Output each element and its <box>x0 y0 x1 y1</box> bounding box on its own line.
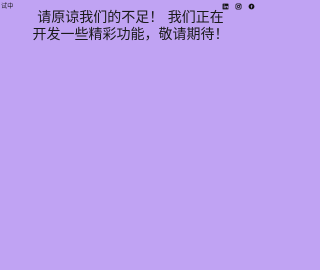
facebook-icon <box>248 3 255 10</box>
message-line-2: 开发一些精彩功能，敬请期待！ <box>32 27 229 43</box>
linkedin-link[interactable] <box>222 3 229 10</box>
instagram-link[interactable] <box>235 3 242 10</box>
instagram-icon <box>235 3 242 10</box>
facebook-link[interactable] <box>248 3 255 10</box>
linkedin-icon <box>222 3 229 10</box>
maintenance-message: 请原谅我们的不足！ 我们正在 开发一些精彩功能，敬请期待！ <box>0 10 261 44</box>
message-line-1: 请原谅我们的不足！ 我们正在 <box>37 10 224 26</box>
social-links <box>222 3 255 10</box>
